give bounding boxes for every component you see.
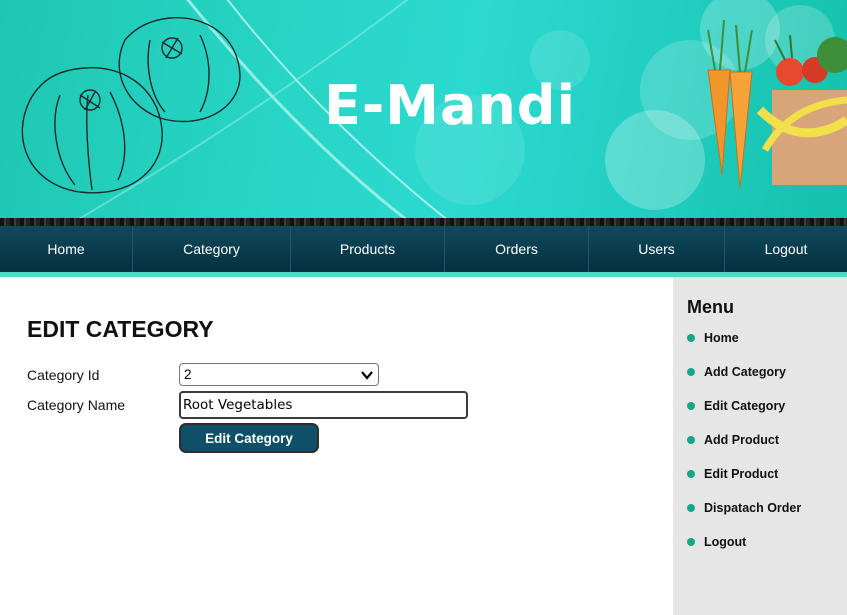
bullet-icon bbox=[687, 538, 695, 546]
chevron-down-icon bbox=[361, 371, 373, 380]
nav-users[interactable]: Users bbox=[589, 226, 725, 272]
page-title: EDIT CATEGORY bbox=[27, 316, 214, 342]
site-title: E-Mandi bbox=[323, 74, 577, 137]
nav-logout[interactable]: Logout bbox=[725, 226, 847, 272]
sidebar-menu: Menu Home Add Category Edit Category Add… bbox=[673, 277, 847, 615]
category-name-input[interactable]: Root Vegetables bbox=[179, 391, 468, 419]
bullet-icon bbox=[687, 334, 695, 342]
sidebar-item-add-product[interactable]: Add Product bbox=[687, 433, 779, 447]
bullet-icon bbox=[687, 368, 695, 376]
decorative-strip bbox=[0, 218, 847, 226]
sidebar-item-home[interactable]: Home bbox=[687, 331, 739, 345]
category-id-select[interactable]: 2 bbox=[179, 363, 379, 386]
nav-orders[interactable]: Orders bbox=[445, 226, 589, 272]
sidebar-item-edit-product[interactable]: Edit Product bbox=[687, 467, 778, 481]
sidebar-item-label: Edit Product bbox=[704, 467, 779, 481]
sidebar-item-label: Logout bbox=[704, 535, 747, 549]
bullet-icon bbox=[687, 402, 695, 410]
bullet-icon bbox=[687, 470, 695, 478]
header-banner: E-Mandi bbox=[0, 0, 847, 218]
sidebar-item-label: Edit Category bbox=[704, 399, 786, 413]
sidebar-item-label: Add Category bbox=[704, 365, 786, 379]
sidebar-item-label: Add Product bbox=[704, 433, 779, 447]
category-name-label: Category Name bbox=[27, 397, 126, 413]
sidebar-item-label: Dispatach Order bbox=[704, 501, 802, 515]
sidebar-item-dispatch-order[interactable]: Dispatach Order bbox=[687, 501, 801, 515]
sidebar-item-label: Home bbox=[704, 331, 739, 345]
category-name-value: Root Vegetables bbox=[183, 397, 293, 413]
sidebar-title: Menu bbox=[687, 297, 734, 317]
sidebar-item-add-category[interactable]: Add Category bbox=[687, 365, 786, 379]
bullet-icon bbox=[687, 504, 695, 512]
main-navbar: Home Category Products Orders Users Logo… bbox=[0, 226, 847, 272]
category-id-value: 2 bbox=[184, 367, 192, 382]
nav-category[interactable]: Category bbox=[133, 226, 291, 272]
nav-products[interactable]: Products bbox=[291, 226, 445, 272]
main-content: EDIT CATEGORY Category Id 2 Category Nam… bbox=[0, 277, 673, 615]
nav-home[interactable]: Home bbox=[0, 226, 133, 272]
bullet-icon bbox=[687, 436, 695, 444]
sidebar-item-edit-category[interactable]: Edit Category bbox=[687, 399, 785, 413]
edit-category-button[interactable]: Edit Category bbox=[179, 423, 319, 453]
category-id-label: Category Id bbox=[27, 367, 100, 383]
sidebar-item-logout[interactable]: Logout bbox=[687, 535, 746, 549]
